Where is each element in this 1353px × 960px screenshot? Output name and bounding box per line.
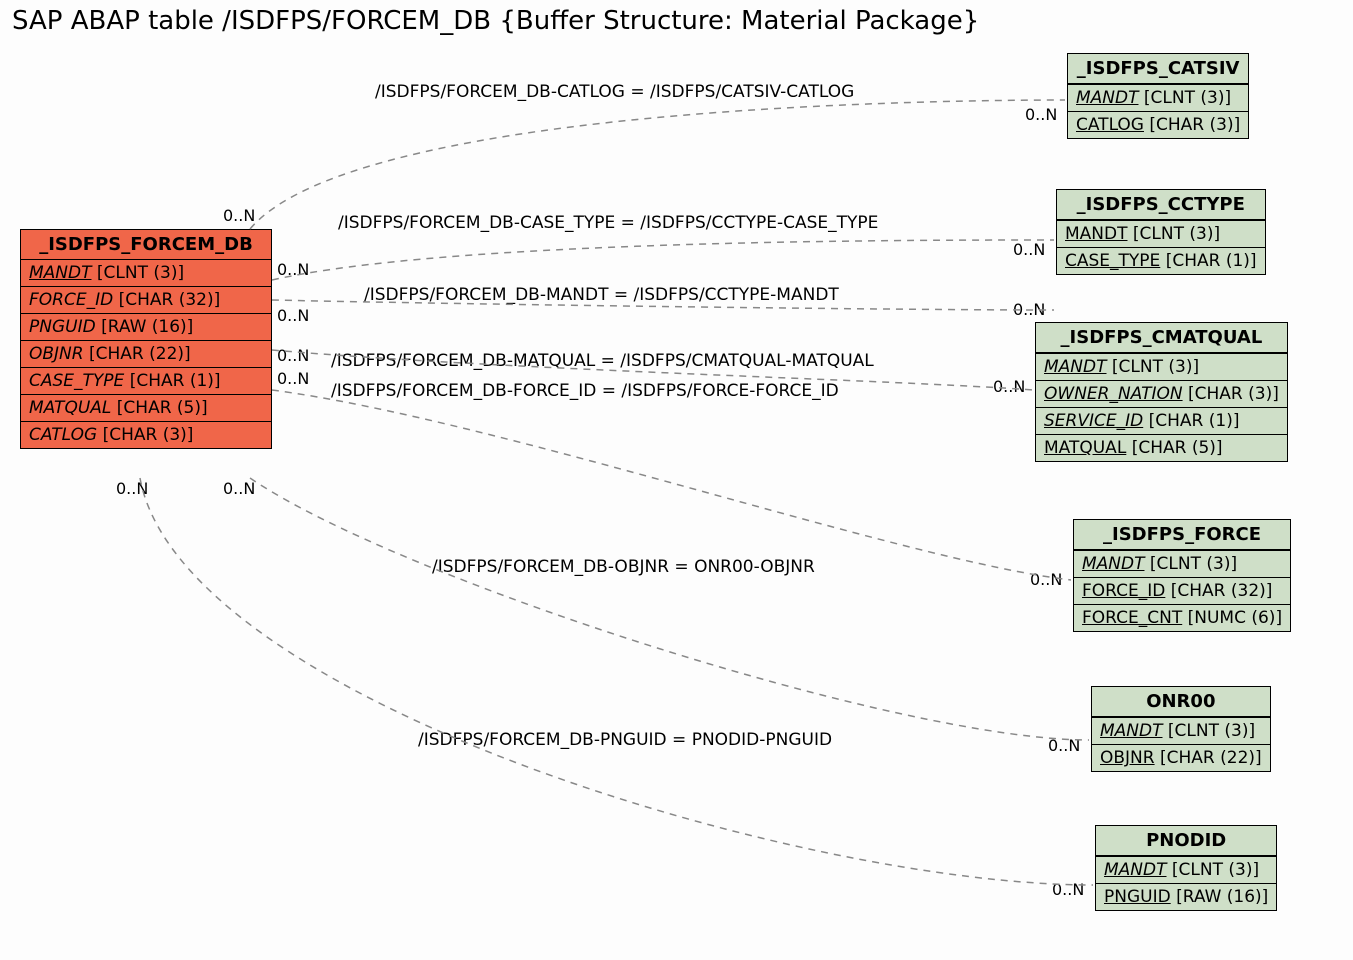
edge-label-forceid: /ISDFPS/FORCEM_DB-FORCE_ID = /ISDFPS/FOR… <box>331 381 839 401</box>
field-row: PNGUID [RAW (16)] <box>21 313 271 340</box>
page-title: SAP ABAP table /ISDFPS/FORCEM_DB {Buffer… <box>12 6 979 36</box>
field-row: OWNER_NATION [CHAR (3)] <box>1036 380 1287 407</box>
field-row: FORCE_ID [CHAR (32)] <box>1074 577 1290 604</box>
field-row: PNGUID [RAW (16)] <box>1096 883 1276 910</box>
cardinality: 0..N <box>277 306 309 325</box>
entity-pnodid: PNODID MANDT [CLNT (3)] PNGUID [RAW (16)… <box>1095 825 1277 911</box>
field-row: CATLOG [CHAR (3)] <box>21 421 271 448</box>
entity-header: _ISDFPS_CATSIV <box>1068 54 1248 84</box>
edge-label-mandt: /ISDFPS/FORCEM_DB-MANDT = /ISDFPS/CCTYPE… <box>364 285 839 305</box>
edge-label-pnguid: /ISDFPS/FORCEM_DB-PNGUID = PNODID-PNGUID <box>418 730 832 750</box>
entity-onr00: ONR00 MANDT [CLNT (3)] OBJNR [CHAR (22)] <box>1091 686 1271 772</box>
entity-cmatqual: _ISDFPS_CMATQUAL MANDT [CLNT (3)] OWNER_… <box>1035 322 1288 462</box>
cardinality: 0..N <box>1025 105 1057 124</box>
field-row: MANDT [CLNT (3)] <box>1068 84 1248 111</box>
entity-cctype: _ISDFPS_CCTYPE MANDT [CLNT (3)] CASE_TYP… <box>1056 189 1266 275</box>
cardinality: 0..N <box>277 260 309 279</box>
cardinality: 0..N <box>1013 240 1045 259</box>
edge-label-matqual: /ISDFPS/FORCEM_DB-MATQUAL = /ISDFPS/CMAT… <box>331 351 874 371</box>
entity-forcem-db: _ISDFPS_FORCEM_DB MANDT [CLNT (3)] FORCE… <box>20 229 272 449</box>
entity-header: PNODID <box>1096 826 1276 856</box>
field-row: CATLOG [CHAR (3)] <box>1068 111 1248 138</box>
cardinality: 0..N <box>1030 570 1062 589</box>
field-row: MANDT [CLNT (3)] <box>1096 856 1276 883</box>
field-row: CASE_TYPE [CHAR (1)] <box>21 367 271 394</box>
field-row: FORCE_ID [CHAR (32)] <box>21 286 271 313</box>
field-row: MANDT [CLNT (3)] <box>21 260 271 286</box>
edge-label-casetype: /ISDFPS/FORCEM_DB-CASE_TYPE = /ISDFPS/CC… <box>338 213 878 233</box>
field-row: MANDT [CLNT (3)] <box>1057 220 1265 247</box>
cardinality: 0..N <box>116 479 148 498</box>
entity-force: _ISDFPS_FORCE MANDT [CLNT (3)] FORCE_ID … <box>1073 519 1291 632</box>
entity-header: ONR00 <box>1092 687 1270 717</box>
cardinality: 0..N <box>1048 736 1080 755</box>
cardinality: 0..N <box>223 479 255 498</box>
edge-label-catlog: /ISDFPS/FORCEM_DB-CATLOG = /ISDFPS/CATSI… <box>375 82 854 102</box>
entity-fields: MANDT [CLNT (3)] FORCE_ID [CHAR (32)] PN… <box>21 260 271 448</box>
entity-header: _ISDFPS_FORCE <box>1074 520 1290 550</box>
field-row: MATQUAL [CHAR (5)] <box>1036 434 1287 461</box>
field-row: FORCE_CNT [NUMC (6)] <box>1074 604 1290 631</box>
entity-header: _ISDFPS_CMATQUAL <box>1036 323 1287 353</box>
entity-header: _ISDFPS_FORCEM_DB <box>21 230 271 260</box>
field-row: CASE_TYPE [CHAR (1)] <box>1057 247 1265 274</box>
field-row: OBJNR [CHAR (22)] <box>1092 744 1270 771</box>
cardinality: 0..N <box>223 206 255 225</box>
cardinality: 0..N <box>277 369 309 388</box>
field-row: MATQUAL [CHAR (5)] <box>21 394 271 421</box>
field-row: MANDT [CLNT (3)] <box>1074 550 1290 577</box>
cardinality: 0..N <box>993 377 1025 396</box>
entity-catsiv: _ISDFPS_CATSIV MANDT [CLNT (3)] CATLOG [… <box>1067 53 1249 139</box>
entity-header: _ISDFPS_CCTYPE <box>1057 190 1265 220</box>
field-row: SERVICE_ID [CHAR (1)] <box>1036 407 1287 434</box>
edge-label-objnr: /ISDFPS/FORCEM_DB-OBJNR = ONR00-OBJNR <box>432 557 815 577</box>
cardinality: 0..N <box>277 346 309 365</box>
cardinality: 0..N <box>1013 300 1045 319</box>
cardinality: 0..N <box>1052 880 1084 899</box>
connectors <box>0 0 1353 960</box>
field-row: MANDT [CLNT (3)] <box>1036 353 1287 380</box>
field-row: OBJNR [CHAR (22)] <box>21 340 271 367</box>
field-row: MANDT [CLNT (3)] <box>1092 717 1270 744</box>
